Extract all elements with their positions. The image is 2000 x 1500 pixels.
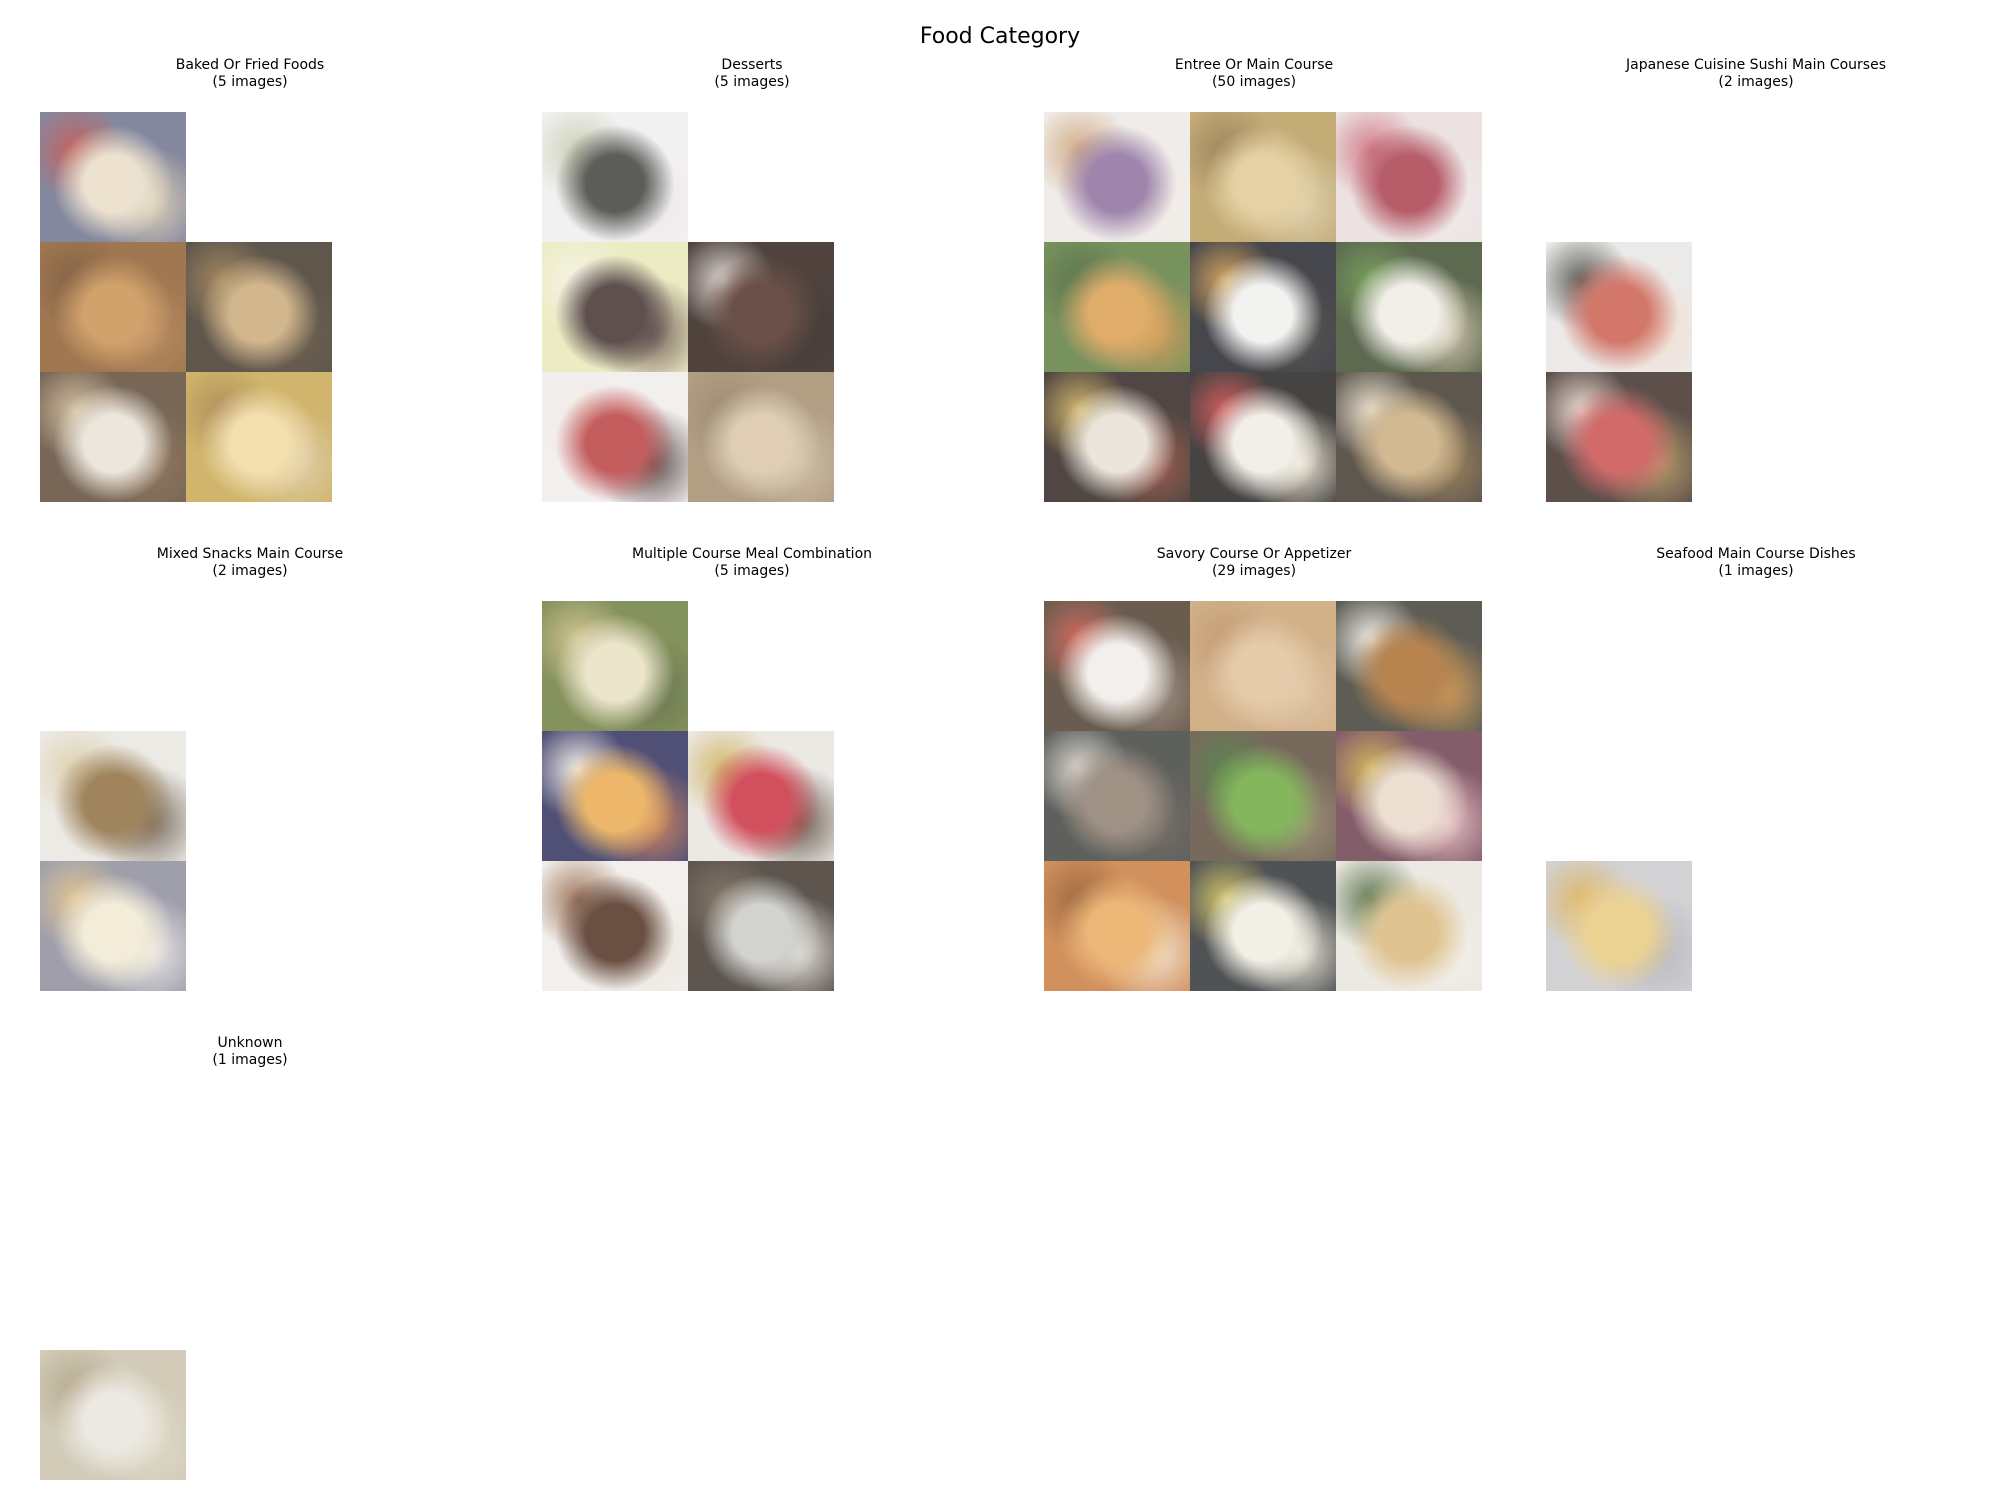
panel-title: Mixed Snacks Main Course (2 images) [0,546,500,580]
food-image-thumbnail [1044,242,1190,372]
category-name: Desserts [721,57,783,73]
category-panel: Savory Course Or Appetizer (29 images) [1004,522,1504,1002]
food-image-thumbnail [542,112,688,242]
image-count: (29 images) [1211,563,1297,579]
category-name: Savory Course Or Appetizer [1156,546,1352,562]
category-name: Baked Or Fried Foods [175,57,325,73]
panel-title: Unknown (1 images) [0,1035,500,1069]
food-image-thumbnail [1336,372,1482,502]
panel-title: Multiple Course Meal Combination (5 image… [502,546,1002,580]
category-name: Japanese Cuisine Sushi Main Courses [1626,57,1886,73]
food-image-thumbnail [688,731,834,861]
food-image-thumbnail [186,242,332,372]
category-panel: Desserts (5 images) [502,33,1002,513]
food-image-thumbnail [542,861,688,991]
food-image-thumbnail [1190,601,1336,731]
food-image-thumbnail [688,861,834,991]
food-image-thumbnail [40,372,186,502]
food-image-thumbnail [1336,112,1482,242]
panel-title: Savory Course Or Appetizer (29 images) [1004,546,1504,580]
panel-title: Seafood Main Course Dishes (1 images) [1506,546,2000,580]
food-image-thumbnail [542,601,688,731]
panel-title: Baked Or Fried Foods (5 images) [0,57,500,91]
category-name: Seafood Main Course Dishes [1656,546,1856,562]
image-count: (1 images) [212,1052,288,1068]
image-count: (50 images) [1211,74,1297,90]
food-image-thumbnail [542,731,688,861]
food-image-thumbnail [1190,372,1336,502]
figure-canvas: Food Category Baked Or Fried Foods (5 ima… [0,0,2000,1500]
category-panel: Multiple Course Meal Combination (5 image… [502,522,1002,1002]
food-image-thumbnail [1190,242,1336,372]
image-count: (5 images) [714,563,790,579]
food-image-thumbnail [1190,861,1336,991]
food-image-thumbnail [1546,242,1692,372]
image-count: (2 images) [212,563,288,579]
category-name: Unknown [217,1035,283,1051]
food-image-thumbnail [40,861,186,991]
food-image-thumbnail [40,112,186,242]
food-image-thumbnail [542,372,688,502]
category-panel: Seafood Main Course Dishes (1 images) [1506,522,2000,1002]
food-image-thumbnail [1190,731,1336,861]
food-image-thumbnail [1044,731,1190,861]
category-panel: Unknown (1 images) [0,1011,500,1491]
category-name: Mixed Snacks Main Course [156,546,344,562]
food-image-thumbnail [40,1350,186,1480]
food-image-thumbnail [1336,861,1482,991]
food-image-thumbnail [1044,861,1190,991]
panel-title: Japanese Cuisine Sushi Main Courses (2 im… [1506,57,2000,91]
panel-title: Desserts (5 images) [502,57,1002,91]
category-name: Entree Or Main Course [1174,57,1334,73]
food-image-thumbnail [688,372,834,502]
food-image-thumbnail [1336,242,1482,372]
food-image-thumbnail [1546,372,1692,502]
image-count: (5 images) [212,74,288,90]
category-panel: Mixed Snacks Main Course (2 images) [0,522,500,1002]
category-panel: Entree Or Main Course (50 images) [1004,33,1504,513]
food-image-thumbnail [1546,861,1692,991]
image-count: (1 images) [1718,563,1794,579]
food-image-thumbnail [688,242,834,372]
food-image-thumbnail [1044,372,1190,502]
food-image-thumbnail [1336,601,1482,731]
food-image-thumbnail [40,731,186,861]
food-image-thumbnail [1336,731,1482,861]
food-image-thumbnail [40,242,186,372]
food-image-thumbnail [1190,112,1336,242]
category-panel: Baked Or Fried Foods (5 images) [0,33,500,513]
food-image-thumbnail [542,242,688,372]
category-name: Multiple Course Meal Combination [631,546,873,562]
image-count: (2 images) [1718,74,1794,90]
panel-title: Entree Or Main Course (50 images) [1004,57,1504,91]
image-count: (5 images) [714,74,790,90]
food-image-thumbnail [1044,601,1190,731]
food-image-thumbnail [186,372,332,502]
category-panel: Japanese Cuisine Sushi Main Courses (2 im… [1506,33,2000,513]
food-image-thumbnail [1044,112,1190,242]
